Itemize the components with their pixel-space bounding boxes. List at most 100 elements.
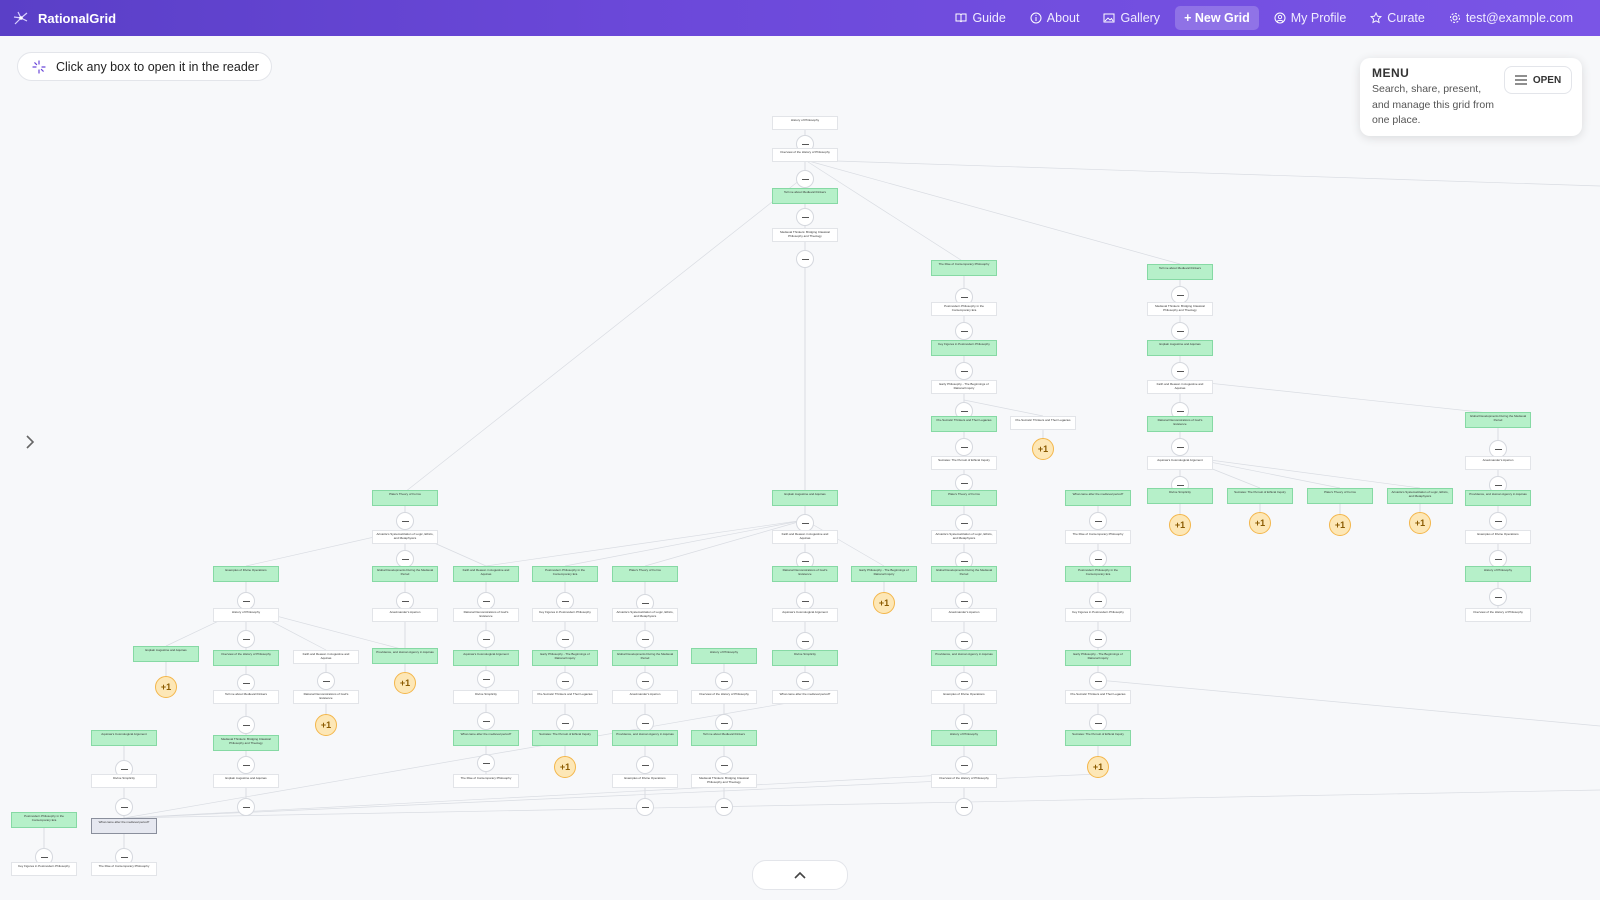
grid-node[interactable]: Providence, and Human Agency in Aquinas xyxy=(372,648,438,664)
grid-node[interactable]: Providence, and Human Agency in Aquinas xyxy=(612,730,678,746)
grid-node[interactable]: Aquinas's Cosmological Argument xyxy=(453,650,519,666)
grid-node[interactable]: Divine Simplicity xyxy=(772,650,838,666)
grid-node[interactable]: Socrates: The Pursuit of Ethical Inquiry xyxy=(1065,730,1131,746)
collapse-toggle[interactable] xyxy=(317,672,335,690)
collapse-toggle[interactable] xyxy=(955,632,973,650)
more-children-badge[interactable]: +1 xyxy=(1409,512,1431,534)
collapse-toggle[interactable] xyxy=(396,512,414,530)
grid-node[interactable]: Anaximander's Apeiron xyxy=(372,608,438,622)
grid-node[interactable]: The Rise of Contemporary Philosophy xyxy=(453,774,519,788)
grid-node[interactable]: Explain Augustine and Aquinas xyxy=(133,646,199,662)
grid-node[interactable]: Aristotle's Systematization of Logic, Et… xyxy=(372,530,438,544)
collapse-toggle[interactable] xyxy=(477,754,495,772)
grid-node[interactable]: The Rise of Contemporary Philosophy xyxy=(931,260,997,276)
grid-node[interactable]: Examples of Divine Operations xyxy=(612,774,678,788)
grid-node[interactable]: What came after the medieval period? xyxy=(772,690,838,704)
collapse-toggle[interactable] xyxy=(237,756,255,774)
nav-account[interactable]: test@example.com xyxy=(1440,6,1582,30)
grid-node[interactable]: Early Philosophy - The Beginnings of Rat… xyxy=(851,566,917,582)
grid-node[interactable]: Explain Augustine and Aquinas xyxy=(213,774,279,788)
grid-node[interactable]: Overview of the History of Philosophy xyxy=(772,148,838,162)
grid-node[interactable]: Overview of the History of Philosophy xyxy=(931,774,997,788)
collapse-toggle[interactable] xyxy=(477,630,495,648)
nav-guide[interactable]: Guide xyxy=(946,6,1014,30)
grid-node[interactable]: Tell me about Medieval thinkers xyxy=(1147,264,1213,280)
grid-node[interactable]: Explain Augustine and Aquinas xyxy=(1147,340,1213,356)
grid-node[interactable]: Postmodern Philosophy in the Contemporar… xyxy=(931,302,997,316)
grid-node[interactable]: Early Philosophy - The Beginnings of Rat… xyxy=(1065,650,1131,666)
collapse-toggle[interactable] xyxy=(636,756,654,774)
grid-node[interactable]: History of Philosophy xyxy=(772,116,838,130)
grid-node[interactable]: Anaximander's Apeiron xyxy=(931,608,997,622)
grid-node[interactable]: Medieval Thinkers: Bridging Classical Ph… xyxy=(772,228,838,242)
grid-node[interactable]: History of Philosophy xyxy=(931,730,997,746)
grid-node[interactable]: The Rise of Contemporary Philosophy xyxy=(1065,530,1131,544)
grid-node[interactable]: History of Philosophy xyxy=(213,608,279,622)
grid-node[interactable]: Plato's Theory of Forms xyxy=(931,490,997,506)
collapse-toggle[interactable] xyxy=(1089,512,1107,530)
grid-node[interactable]: Anaximander's Apeiron xyxy=(612,690,678,704)
grid-node[interactable]: Tell me about Medieval thinkers xyxy=(213,690,279,704)
more-children-badge[interactable]: +1 xyxy=(1087,756,1109,778)
collapse-toggle[interactable] xyxy=(955,756,973,774)
grid-node[interactable]: Pre-Socratic Thinkers and Their Legacies xyxy=(931,416,997,432)
collapse-toggle[interactable] xyxy=(955,362,973,380)
grid-node[interactable]: Overview of the History of Philosophy xyxy=(213,650,279,666)
collapse-toggle[interactable] xyxy=(556,672,574,690)
grid-node[interactable]: Early Philosophy - The Beginnings of Rat… xyxy=(931,380,997,394)
grid-node[interactable]: Providence, and Human Agency in Aquinas xyxy=(931,650,997,666)
grid-node[interactable]: Key Figures in Postmodern Philosophy xyxy=(1065,608,1131,622)
grid-node[interactable]: Aristotle's Systematization of Logic, Et… xyxy=(1387,488,1453,504)
grid-node[interactable]: Divine Simplicity xyxy=(453,690,519,704)
collapse-toggle[interactable] xyxy=(715,798,733,816)
grid-node[interactable]: Medieval Thinkers: Bridging Classical Ph… xyxy=(1147,302,1213,316)
collapse-toggle[interactable] xyxy=(796,632,814,650)
collapse-toggle[interactable] xyxy=(796,208,814,226)
collapse-toggle[interactable] xyxy=(477,712,495,730)
grid-node[interactable]: Rational Demonstrations of God's Existen… xyxy=(772,566,838,582)
collapse-toggle[interactable] xyxy=(237,798,255,816)
grid-node[interactable]: Aristotle's Systematization of Logic, Et… xyxy=(931,530,997,544)
grid-node[interactable]: Overview of the History of Philosophy xyxy=(691,690,757,704)
collapse-toggle[interactable] xyxy=(1489,588,1507,606)
more-children-badge[interactable]: +1 xyxy=(394,672,416,694)
collapse-toggle[interactable] xyxy=(796,250,814,268)
grid-node[interactable]: Examples of Divine Operations xyxy=(1465,530,1531,544)
grid-node[interactable]: Global Developments During the Medieval … xyxy=(612,650,678,666)
grid-node[interactable]: Socrates: The Pursuit of Ethical Inquiry xyxy=(931,456,997,470)
nav-gallery[interactable]: Gallery xyxy=(1094,6,1169,30)
grid-node[interactable]: Aquinas's Cosmological Argument xyxy=(1147,456,1213,470)
collapse-toggle[interactable] xyxy=(1171,322,1189,340)
more-children-badge[interactable]: +1 xyxy=(873,592,895,614)
grid-node[interactable]: What came after the medieval period? xyxy=(1065,490,1131,506)
grid-node[interactable]: Aquinas's Cosmological Argument xyxy=(772,608,838,622)
grid-node[interactable]: Pre-Socratic Thinkers and Their Legacies xyxy=(1010,416,1076,430)
collapse-toggle[interactable] xyxy=(1089,630,1107,648)
grid-node[interactable]: Medieval Thinkers: Bridging Classical Ph… xyxy=(691,774,757,788)
more-children-badge[interactable]: +1 xyxy=(1249,512,1271,534)
collapse-toggle[interactable] xyxy=(237,630,255,648)
grid-node[interactable]: Global Developments During the Medieval … xyxy=(372,566,438,582)
collapse-toggle[interactable] xyxy=(796,170,814,188)
grid-node[interactable]: Providence, and Human Agency in Aquinas xyxy=(1465,490,1531,506)
grid-node[interactable]: Early Philosophy - The Beginnings of Rat… xyxy=(532,650,598,666)
more-children-badge[interactable]: +1 xyxy=(1032,438,1054,460)
nav-my-profile[interactable]: My Profile xyxy=(1265,6,1356,30)
collapse-toggle[interactable] xyxy=(955,798,973,816)
collapse-toggle[interactable] xyxy=(556,630,574,648)
collapse-toggle[interactable] xyxy=(1171,438,1189,456)
grid-node[interactable]: What came after the medieval period? xyxy=(453,730,519,746)
grid-node[interactable]: Aristotle's Systematization of Logic, Et… xyxy=(612,608,678,622)
grid-node[interactable]: Pre-Socratic Thinkers and Their Legacies xyxy=(1065,690,1131,704)
grid-node[interactable]: Faith and Reason in Augustine and Aquina… xyxy=(453,566,519,582)
grid-node[interactable]: Overview of the History of Philosophy xyxy=(1465,608,1531,622)
collapse-toggle[interactable] xyxy=(955,672,973,690)
more-children-badge[interactable]: +1 xyxy=(554,756,576,778)
brand[interactable]: RationalGrid xyxy=(12,9,116,27)
grid-node[interactable]: Faith and Reason in Augustine and Aquina… xyxy=(293,650,359,664)
collapse-toggle[interactable] xyxy=(796,672,814,690)
grid-node[interactable]: Faith and Reason in Augustine and Aquina… xyxy=(772,530,838,544)
grid-node[interactable]: Socrates: The Pursuit of Ethical Inquiry xyxy=(532,730,598,746)
collapse-toggle[interactable] xyxy=(115,798,133,816)
collapse-toggle[interactable] xyxy=(1089,672,1107,690)
